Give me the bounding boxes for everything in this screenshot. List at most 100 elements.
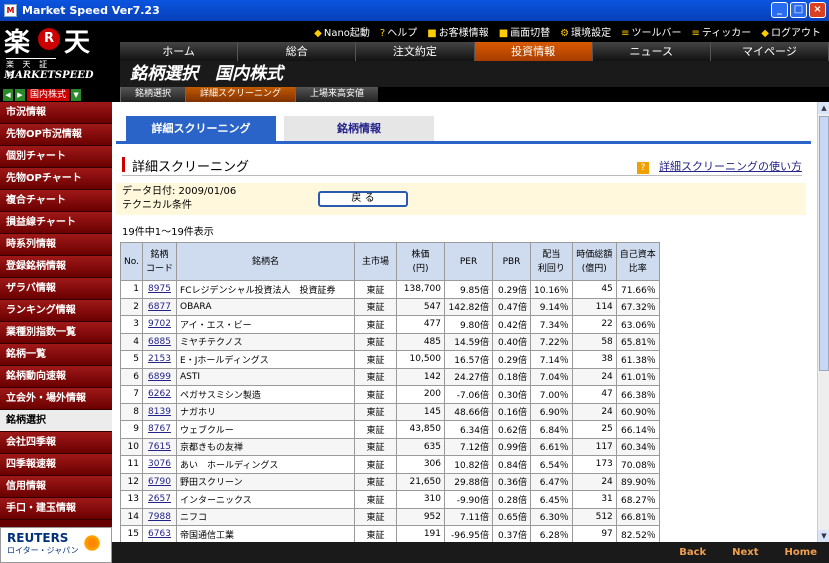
screening-table: No. 銘柄 コード 銘柄名 主市場 株価 (円) PER PBR 配当 利回り 時価総額 (億円) 自己… bbox=[120, 242, 660, 542]
technical-conditions: テクニカル条件 bbox=[122, 200, 192, 211]
sidebar-item[interactable]: 立会外・場外情報 bbox=[0, 388, 112, 410]
table-cell: 173 bbox=[571, 455, 617, 474]
table-cell: 0.65倍 bbox=[492, 507, 532, 526]
table-cell: 東証 bbox=[354, 350, 398, 369]
chevron-down-icon[interactable]: ▼ bbox=[71, 88, 82, 101]
table-cell: ニフコ bbox=[176, 507, 356, 526]
stock-code-link[interactable]: 9702 bbox=[148, 319, 171, 329]
sidebar-item[interactable]: 複合チャート bbox=[0, 190, 112, 212]
table-cell: 477 bbox=[396, 315, 446, 334]
sidebar-item[interactable]: 会社四季報 bbox=[0, 432, 112, 454]
util-help[interactable]: ? ヘルプ bbox=[380, 24, 417, 39]
help-link[interactable]: ? 詳細スクリーニングの使い方 bbox=[637, 158, 802, 174]
market-selector[interactable]: ◀ ▶ 国内株式 ▼ bbox=[0, 87, 120, 102]
maximize-button[interactable]: □ bbox=[790, 2, 807, 18]
util-screen[interactable]: ■ 画面切替 bbox=[499, 24, 550, 39]
stock-code-link[interactable]: 3076 bbox=[148, 459, 171, 469]
table-cell: 6.90％ bbox=[530, 402, 573, 421]
util-toolbar[interactable]: ≡ ツールバー bbox=[621, 24, 681, 39]
sidebar-item[interactable]: 損益線チャート bbox=[0, 212, 112, 234]
tab-stock-info[interactable]: 銘柄情報 bbox=[284, 116, 434, 141]
subtab-high-low[interactable]: 上場来高安値 bbox=[295, 87, 379, 102]
util-ticker[interactable]: ≡ ティッカー bbox=[692, 24, 752, 39]
table-cell: 9702 bbox=[141, 315, 178, 334]
util-nano[interactable]: ◆ Nano起動 bbox=[314, 24, 370, 39]
table-header: 株価 (円) bbox=[396, 242, 446, 281]
stock-code-link[interactable]: 6763 bbox=[148, 529, 171, 539]
table-cell: 6885 bbox=[141, 332, 178, 351]
table-cell: 200 bbox=[396, 385, 446, 404]
sidebar-item[interactable]: 銘柄一覧 bbox=[0, 344, 112, 366]
vertical-scrollbar[interactable]: ▲ ▼ bbox=[817, 102, 829, 542]
next-link[interactable]: Next bbox=[732, 547, 758, 558]
home-link[interactable]: Home bbox=[785, 547, 817, 558]
stock-code-link[interactable]: 8767 bbox=[148, 424, 171, 434]
stock-code-link[interactable]: 6790 bbox=[148, 477, 171, 487]
table-cell: 117 bbox=[571, 437, 617, 456]
nav-orders[interactable]: 注文約定 bbox=[356, 42, 475, 61]
stock-code-link[interactable]: 8975 bbox=[148, 284, 171, 294]
util-customer[interactable]: ■ お客様情報 bbox=[427, 24, 488, 39]
close-button[interactable]: × bbox=[809, 2, 826, 18]
stock-code-link[interactable]: 8139 bbox=[148, 407, 171, 417]
sidebar-item[interactable]: 銘柄動向速報 bbox=[0, 366, 112, 388]
stock-code-link[interactable]: 6262 bbox=[148, 389, 171, 399]
stock-code-link[interactable]: 6885 bbox=[148, 337, 171, 347]
nav-home[interactable]: ホーム bbox=[120, 42, 239, 61]
sidebar-item[interactable]: 時系列情報 bbox=[0, 234, 112, 256]
back-button[interactable]: 戻 る bbox=[318, 191, 408, 207]
table-cell: 7.12倍 bbox=[444, 437, 494, 456]
sidebar-item[interactable]: 先物OP市況情報 bbox=[0, 124, 112, 146]
sidebar-item[interactable]: ザラバ情報 bbox=[0, 278, 112, 300]
logo-char: 楽 bbox=[4, 28, 31, 58]
stock-code-link[interactable]: 6877 bbox=[148, 302, 171, 312]
util-settings[interactable]: ⚙ 環境設定 bbox=[560, 24, 611, 39]
back-link[interactable]: Back bbox=[679, 547, 706, 558]
table-header: 主市場 bbox=[354, 242, 398, 281]
nav-mypage[interactable]: マイページ bbox=[710, 42, 829, 61]
sidebar-item[interactable]: 市況情報 bbox=[0, 102, 112, 124]
table-cell: 0.18倍 bbox=[492, 367, 532, 386]
table-cell: 京都きもの友禅 bbox=[176, 437, 356, 456]
sidebar-item[interactable]: 信用情報 bbox=[0, 476, 112, 498]
sidebar-item-stock-selection[interactable]: 銘柄選択 bbox=[0, 410, 112, 432]
table-cell: アイ・エス・ビー bbox=[176, 315, 356, 334]
market-select-value[interactable]: 国内株式 bbox=[27, 88, 70, 101]
table-row: 11 3076 あい ホールディングス 東証 306 10.82倍 0.84倍 6.54％ 17… bbox=[120, 455, 660, 474]
rakuten-logo[interactable]: 楽 R 天 楽 天 証 券 MARKETSPEED bbox=[0, 21, 120, 87]
stock-code-link[interactable]: 6899 bbox=[148, 372, 171, 382]
sidebar-item[interactable]: 個別チャート bbox=[0, 146, 112, 168]
scroll-thumb[interactable] bbox=[819, 116, 829, 371]
stock-code-link[interactable]: 2657 bbox=[148, 494, 171, 504]
table-header: 銘柄名 bbox=[176, 242, 356, 281]
stock-code-link[interactable]: 7615 bbox=[148, 442, 171, 452]
nav-overview[interactable]: 総合 bbox=[238, 42, 357, 61]
table-row: 13 2657 インターニックス 東証 310 -9.90倍 0.28倍 6.45％ 31 68.… bbox=[120, 490, 660, 509]
subtab-detail-screening[interactable]: 詳細スクリーニング bbox=[185, 87, 296, 102]
scroll-up-icon[interactable]: ▲ bbox=[818, 102, 829, 114]
sidebar-item[interactable]: 手口・建玉情報 bbox=[0, 498, 112, 520]
subtab-stock-selection[interactable]: 銘柄選択 bbox=[120, 87, 186, 102]
prev-arrow-icon[interactable]: ◀ bbox=[3, 88, 13, 101]
tab-detail-screening[interactable]: 詳細スクリーニング bbox=[126, 116, 276, 141]
stock-code-link[interactable]: 7988 bbox=[148, 512, 171, 522]
sidebar-item[interactable]: 四季報速報 bbox=[0, 454, 112, 476]
util-logout[interactable]: ◆ ログアウト bbox=[761, 24, 821, 39]
nav-investment[interactable]: 投資情報 bbox=[474, 42, 593, 61]
minimize-button[interactable]: _ bbox=[771, 2, 788, 18]
next-arrow-icon[interactable]: ▶ bbox=[15, 88, 25, 101]
sidebar-item[interactable]: 登録銘柄情報 bbox=[0, 256, 112, 278]
sidebar-item[interactable]: 業種別指数一覧 bbox=[0, 322, 112, 344]
scroll-down-icon[interactable]: ▼ bbox=[818, 530, 829, 542]
stock-code-link[interactable]: 2153 bbox=[148, 354, 171, 364]
table-cell: 24 bbox=[571, 367, 617, 386]
table-cell: 60.34％ bbox=[615, 437, 660, 456]
sidebar-item[interactable]: 先物OPチャート bbox=[0, 168, 112, 190]
reuters-logo[interactable]: REUTERS ロイター・ジャパン bbox=[0, 527, 112, 563]
table-cell: 帝国通信工業 bbox=[176, 525, 356, 542]
table-cell: -9.90倍 bbox=[444, 490, 494, 509]
table-cell: 0.62倍 bbox=[492, 420, 532, 439]
nav-news[interactable]: ニュース bbox=[592, 42, 711, 61]
table-cell: 68.27％ bbox=[615, 490, 660, 509]
sidebar-item[interactable]: ランキング情報 bbox=[0, 300, 112, 322]
